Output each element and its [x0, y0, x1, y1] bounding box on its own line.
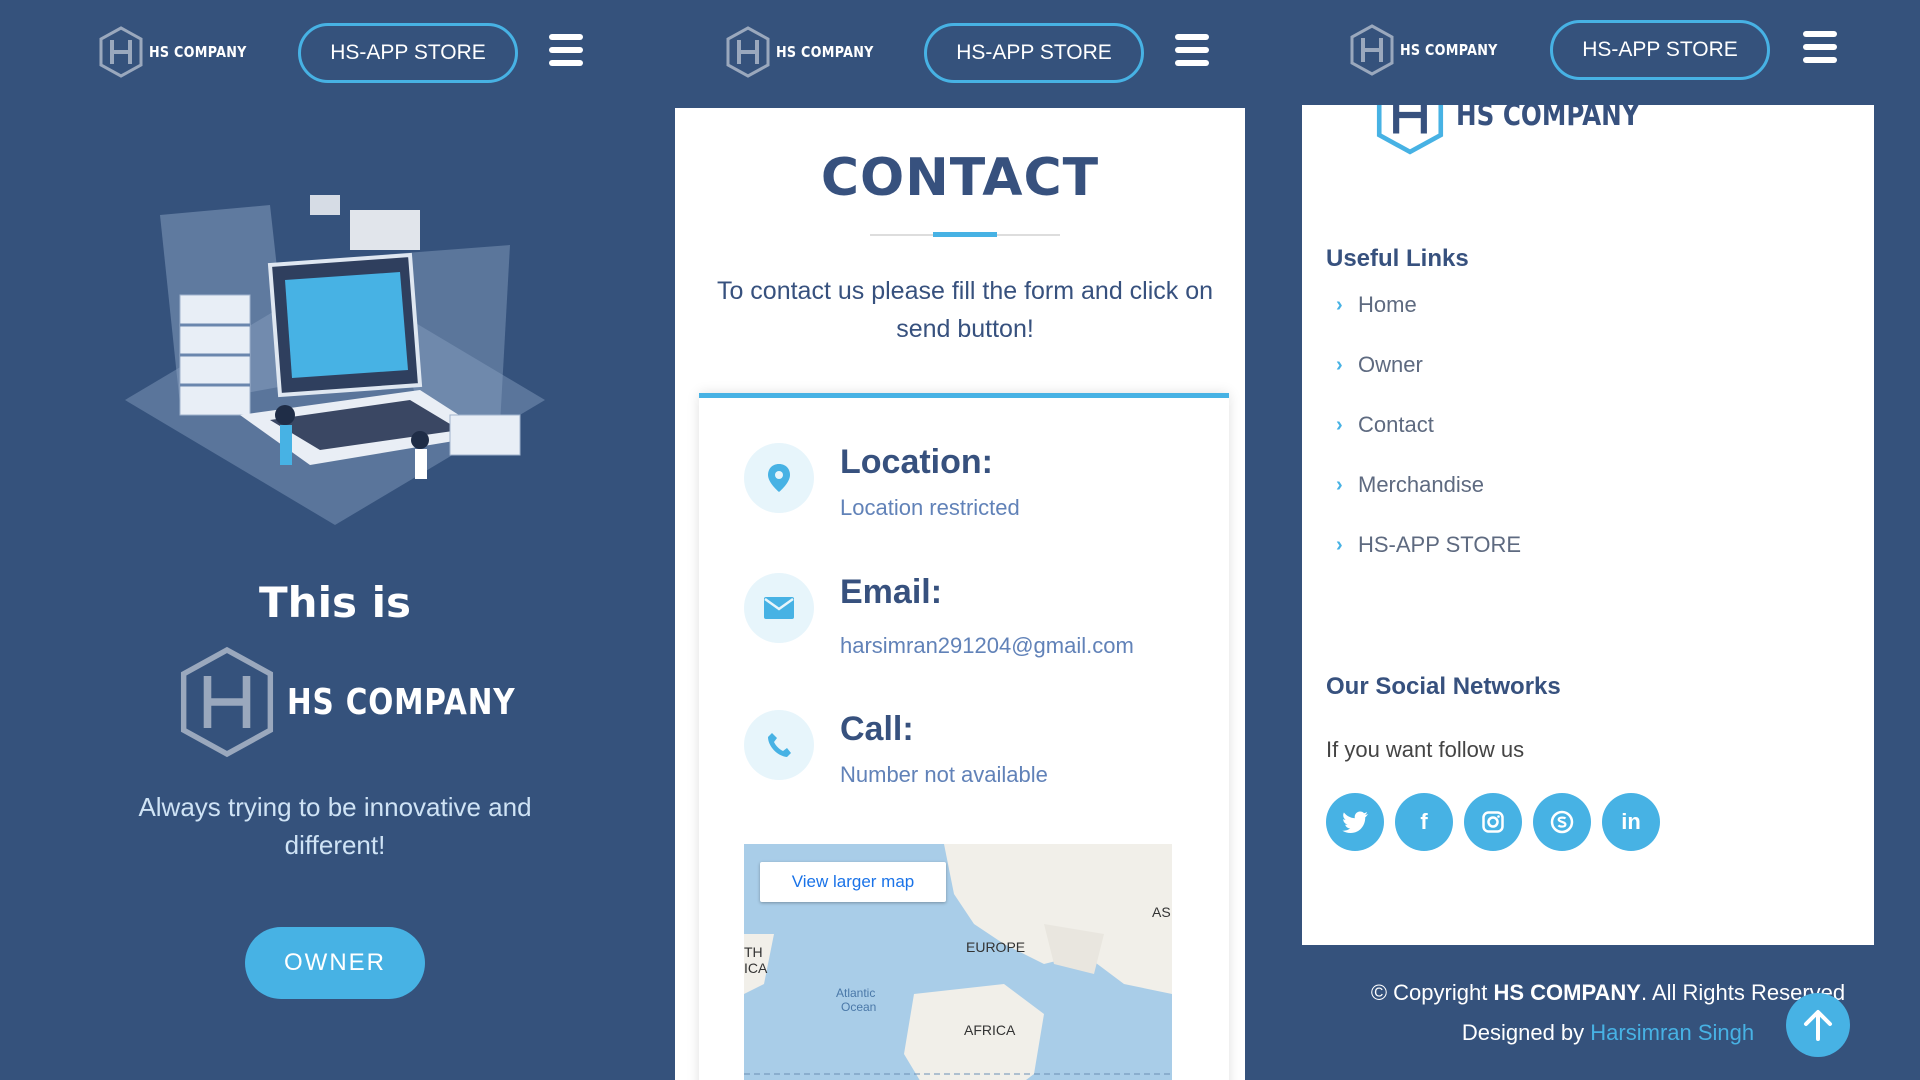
footer-link-owner[interactable]: › Owner [1336, 335, 1521, 395]
useful-links-title: Useful Links [1326, 245, 1469, 272]
chevron-right-icon: › [1336, 353, 1343, 376]
back-to-top-button[interactable] [1786, 993, 1850, 1057]
useful-links-list: › Home › Owner › Contact › Merchandise › HS-A… [1336, 275, 1521, 575]
link-label: Contact [1358, 412, 1434, 437]
map-label-africa: AFRICA [964, 1022, 1016, 1038]
hs-logo-icon [180, 646, 274, 758]
call-value: Number not available [840, 762, 1048, 787]
brand-logo[interactable]: HS COMPANY [1348, 24, 1515, 76]
brand-name: HS COMPANY [149, 43, 247, 61]
email-value[interactable]: harsimran291204@gmail.com [840, 633, 1134, 659]
title-accent [933, 232, 997, 237]
brand-logo[interactable]: HS COMPANY [724, 26, 891, 78]
chevron-right-icon: › [1336, 413, 1343, 436]
facebook-icon[interactable]: f [1395, 793, 1453, 851]
hero-logo-name: HS COMPANY [287, 681, 516, 723]
panel-home: HS COMPANY HS-APP STORE This is HS COMPA… [0, 0, 670, 1080]
arrow-up-icon [1804, 1010, 1832, 1041]
header: HS COMPANY HS-APP STORE [670, 0, 1296, 104]
panel-contact: HS COMPANY HS-APP STORE CONTACT To conta… [670, 0, 1296, 1080]
map-label-europe: EUROPE [966, 939, 1026, 955]
link-label: HS-APP STORE [1358, 532, 1522, 557]
chevron-right-icon: › [1336, 533, 1343, 556]
brand-logo[interactable]: HS COMPANY [97, 26, 264, 78]
map-label-america: ICA [744, 960, 768, 976]
copyright-prefix: © Copyright [1370, 980, 1488, 1005]
skype-icon[interactable] [1533, 793, 1591, 851]
hs-logo-icon [1376, 105, 1444, 155]
hero-title: This is [259, 578, 411, 627]
designer-link[interactable]: Harsimran Singh [1590, 1020, 1754, 1045]
email-label: Email: [840, 573, 943, 611]
footer-link-merchandise[interactable]: › Merchandise [1336, 455, 1521, 515]
linkedin-icon[interactable]: in [1602, 793, 1660, 851]
header: HS COMPANY HS-APP STORE [1296, 0, 1920, 104]
menu-icon[interactable] [1175, 34, 1209, 66]
hero-tagline: Always trying to be innovative and diffe… [138, 792, 532, 860]
chevron-right-icon: › [1336, 293, 1343, 316]
location-pin-icon [744, 443, 814, 513]
twitter-icon[interactable] [1326, 793, 1384, 851]
footer-link-store[interactable]: › HS-APP STORE [1336, 515, 1521, 575]
embedded-map[interactable]: View larger map EUROPE AFRICA Atlantic O… [744, 844, 1172, 1080]
store-button[interactable]: HS-APP STORE [924, 23, 1144, 83]
footer-logo: HS COMPANY [1370, 105, 1680, 155]
menu-icon[interactable] [549, 34, 583, 66]
map-label-atlantic: Atlantic [836, 986, 876, 1000]
footer-link-contact[interactable]: › Contact [1336, 395, 1521, 455]
hs-logo-icon [726, 26, 770, 78]
social-title: Our Social Networks [1326, 673, 1561, 700]
store-button[interactable]: HS-APP STORE [1550, 20, 1770, 80]
contact-title: CONTACT [820, 148, 1100, 208]
instagram-icon[interactable] [1464, 793, 1522, 851]
copyright-brand: HS COMPANY [1493, 980, 1641, 1005]
link-label: Home [1358, 292, 1417, 317]
brand-name: HS COMPANY [776, 43, 874, 61]
panel-footer: HS COMPANY HS-APP STORE HS COMPANY Usefu… [1296, 0, 1920, 1080]
location-value: Location restricted [840, 495, 1020, 520]
brand-name: HS COMPANY [1400, 41, 1498, 59]
hs-logo-icon [1350, 24, 1394, 76]
location-label: Location: [840, 443, 993, 481]
header: HS COMPANY HS-APP STORE [0, 0, 670, 104]
info-box: Location: Location restricted Email: har… [699, 393, 1229, 1080]
footer-logo-name: HS COMPANY [1456, 105, 1640, 133]
hs-logo-icon [99, 26, 143, 78]
phone-icon [744, 710, 814, 780]
contact-section: CONTACT To contact us please fill the fo… [675, 108, 1245, 1080]
link-label: Merchandise [1358, 472, 1484, 497]
contact-subtitle: To contact us please fill the form and c… [716, 277, 1214, 343]
hero-illustration [125, 195, 545, 525]
map-label-north: TH [744, 944, 763, 960]
footer-section: HS COMPANY Useful Links › Home › Owner › Co… [1302, 105, 1874, 945]
view-larger-map-button[interactable]: View larger map [760, 862, 946, 902]
designed-prefix: Designed by [1461, 1020, 1585, 1045]
map-label-asia: AS [1152, 904, 1171, 920]
menu-icon[interactable] [1803, 31, 1837, 63]
link-label: Owner [1358, 352, 1423, 377]
hero-logo: HS COMPANY [175, 645, 566, 759]
footer-logo-clip: HS COMPANY [1302, 105, 1874, 155]
map-label-ocean: Ocean [841, 1000, 877, 1014]
owner-button[interactable]: OWNER [245, 927, 425, 999]
call-label: Call: [840, 710, 914, 748]
social-links: f in [1326, 793, 1660, 851]
chevron-right-icon: › [1336, 473, 1343, 496]
footer-link-home[interactable]: › Home [1336, 275, 1521, 335]
envelope-icon [744, 573, 814, 643]
store-button[interactable]: HS-APP STORE [298, 23, 518, 83]
follow-text: If you want follow us [1326, 737, 1525, 762]
